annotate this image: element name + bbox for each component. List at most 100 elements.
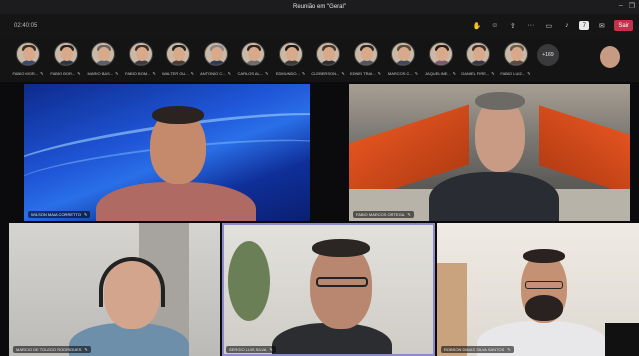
participant-thumbnail-label: EDNEI TRAI... ✎ (350, 71, 381, 76)
participant-thumbnail[interactable]: JAQUELINE... ✎ (421, 42, 461, 82)
mic-off-icon: ✎ (414, 71, 419, 76)
wood-shelf (437, 263, 467, 356)
participant-hair (475, 92, 525, 110)
participant-thumbnail-label: FABIO BOM... ✎ (125, 71, 156, 76)
participant-name: EDMUNDO... (275, 71, 300, 76)
participant-thumbnail[interactable]: MARCOS C... ✎ (383, 42, 423, 82)
chat-icon[interactable]: ✉ (596, 20, 607, 31)
glasses-icon (525, 281, 563, 289)
avatar-face (60, 47, 73, 61)
participant-name-label: ROBSON DIMAS SILVA SANTOS ✎ (441, 346, 514, 353)
raise-hand-icon[interactable]: ✋ (471, 20, 482, 31)
leave-button[interactable]: Sair (614, 20, 633, 31)
dark-corner (605, 323, 639, 356)
self-view-avatar[interactable] (600, 46, 620, 68)
restore-icon[interactable]: ❐ (629, 2, 635, 10)
video-tile-wilson[interactable]: WILSON MAIA CORRETTO ✎ (24, 84, 310, 221)
participant-thumbnail-label: MARIO BAS... ✎ (88, 71, 119, 76)
mic-off-icon: ✎ (84, 347, 88, 352)
participant-name: JAQUELINE... (425, 71, 451, 76)
avatar (428, 42, 453, 66)
participant-thumbnail-label: ANTONIO C... ✎ (200, 71, 231, 76)
share-icon[interactable]: ⇪ (507, 20, 518, 31)
participants-badge[interactable]: 7 (579, 21, 590, 30)
participant-name: FABIO LUIZ... (500, 71, 526, 76)
mic-icon[interactable]: ♪ (561, 20, 572, 31)
participant-thumbnail-label: MARCOS C... ✎ (388, 71, 418, 76)
participant-name: FABIO BOM... (125, 71, 151, 76)
participant-thumbnail[interactable]: FABIO MOR... ✎ (8, 42, 48, 82)
participant-thumbnail-label: FABIO BOR... ✎ (50, 71, 80, 76)
mic-off-icon: ✎ (152, 71, 156, 76)
avatar-face (360, 47, 373, 61)
participant-name-label: SERGIO LUIS SILVA ✎ (226, 346, 276, 353)
participant-thumbnail-label: CLEBERSON... ✎ (311, 71, 344, 76)
participant-thumbnail[interactable]: FABIO BOM... ✎ (121, 42, 161, 82)
avatar (91, 42, 115, 66)
video-tile-sergio[interactable]: SERGIO LUIS SILVA ✎ (222, 223, 435, 356)
active-speaker-border (222, 223, 435, 356)
participant-name-label: WILSON MAIA CORRETTO ✎ (28, 211, 91, 218)
video-tile-robson[interactable]: ROBSON DIMAS SILVA SANTOS ✎ (437, 223, 639, 356)
participant-thumbnail[interactable]: ANTONIO C... ✎ (196, 42, 236, 82)
avatar (391, 42, 415, 66)
participant-thumbnail[interactable]: FABIO LUIZ... ✎ (496, 42, 536, 82)
mic-off-icon: ✎ (491, 71, 495, 76)
window-title: Reunião em "Geral" (293, 4, 346, 10)
participant-thumbnail[interactable]: MARIO BAS... ✎ (83, 42, 123, 82)
avatar-face (435, 47, 448, 61)
meeting-timer: 02:40:05 (14, 23, 38, 29)
avatar-face (323, 47, 335, 61)
avatar (16, 42, 40, 66)
participant-body (96, 182, 256, 221)
video-tile-fabio[interactable]: FABIO MARCOS ORTEGA ✎ (349, 84, 630, 221)
mic-off-icon: ✎ (115, 71, 119, 76)
participant-thumbnail[interactable]: WALTER GU... ✎ (158, 42, 198, 82)
video-tile-marcio[interactable]: MARCIO DE TOLEDO RODRIGUES ✎ (9, 223, 220, 356)
participant-thumbnail[interactable]: FABIO BOR... ✎ (46, 42, 86, 82)
more-icon[interactable]: ··· (525, 20, 536, 31)
participant-name: EDNEI TRAI... (349, 71, 376, 76)
participant-thumbnail[interactable]: EDMUNDO... ✎ (271, 42, 311, 82)
participant-thumbnail-label: EDMUNDO... ✎ (276, 71, 305, 76)
participant-name: MARIO BAS... (87, 71, 114, 76)
avatar-face (248, 47, 260, 61)
participant-name: ANTONIO C... (200, 71, 226, 76)
participant-thumbnail[interactable]: CARLOS AL... ✎ (233, 42, 273, 82)
participant-name: MARCOS C... (387, 71, 413, 76)
reactions-icon[interactable]: ☺ (489, 20, 500, 31)
avatar (53, 42, 78, 66)
mic-off-icon: ✎ (452, 71, 456, 76)
participant-name: FABIO BOR... (50, 71, 76, 76)
avatar (166, 42, 190, 66)
participant-strip: +169 FABIO MOR... ✎ FABIO BOR... ✎ MARIO BAS… (0, 38, 639, 82)
avatar (353, 42, 378, 66)
avatar (128, 42, 153, 66)
mic-off-icon: ✎ (83, 212, 88, 217)
teams-meeting-window: Reunião em "Geral" – ❐ 02:40:05 ✋ ☺ ⇪ ··… (0, 0, 639, 356)
participant-name-label: FABIO MARCOS ORTEGA ✎ (353, 211, 414, 218)
mic-off-icon: ✎ (227, 71, 231, 76)
participant-name: FABIO MOR... (12, 71, 39, 76)
participant-thumbnail[interactable]: DANIEL FIRE... ✎ (458, 42, 498, 82)
participant-thumbnail-label: DANIEL FIRE... ✎ (461, 71, 494, 76)
mic-off-icon: ✎ (77, 71, 81, 76)
avatar (241, 42, 265, 66)
more-participants-button[interactable]: +169 (537, 44, 559, 66)
avatar-face (510, 47, 523, 61)
avatar-face (285, 47, 298, 61)
avatar (503, 42, 528, 66)
participant-name: DANIEL FIRE... (461, 71, 490, 76)
participant-thumbnail[interactable]: CLEBERSON... ✎ (308, 42, 348, 82)
mic-off-icon: ✎ (527, 71, 531, 76)
train-right (539, 105, 630, 195)
mic-off-icon: ✎ (507, 347, 511, 352)
participant-thumbnail[interactable]: EDNEI TRAI... ✎ (346, 42, 386, 82)
mic-off-icon: ✎ (190, 71, 195, 76)
camera-icon[interactable]: ▭ (543, 20, 554, 31)
avatar-face (135, 47, 148, 61)
mic-off-icon: ✎ (269, 347, 273, 352)
mic-off-icon: ✎ (377, 71, 382, 76)
avatar-face (98, 47, 110, 61)
minimize-icon[interactable]: – (619, 2, 623, 10)
